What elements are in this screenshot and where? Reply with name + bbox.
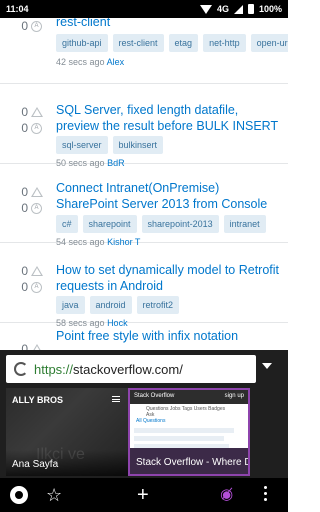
question-stats: 0 0A (14, 104, 48, 136)
status-time: 11:04 (6, 4, 29, 14)
vote-count: 0 (14, 341, 48, 350)
incognito-eye-off-icon[interactable]: ◉̸ (220, 486, 233, 504)
question-list[interactable]: 0A rest-client github-api rest-client et… (0, 18, 288, 350)
star-icon[interactable]: ☆ (46, 486, 62, 504)
battery-label: 100% (258, 4, 282, 14)
answer-count: 0A (14, 18, 48, 34)
tab-preview-line (134, 436, 224, 441)
tab-brand: ALLY BROS (12, 395, 64, 405)
answer-count: 0A (14, 200, 48, 216)
tag[interactable]: etag (168, 34, 199, 52)
url-text[interactable]: https://stackoverflow.com/ (34, 362, 183, 377)
tag[interactable]: sharepoint (82, 215, 137, 233)
reload-icon[interactable] (14, 362, 28, 376)
answer-icon: A (31, 281, 42, 293)
chevron-down-icon[interactable] (262, 363, 272, 369)
question-meta: 42 secs ago Alex (56, 57, 124, 67)
overflow-menu-icon[interactable] (264, 486, 268, 504)
answer-icon: A (31, 202, 42, 214)
bottom-toolbar: ☆ + ◉̸ (0, 478, 288, 512)
question-title[interactable]: How to set dynamically model to Retrofit… (56, 262, 280, 294)
tag[interactable]: github-api (56, 34, 108, 52)
tag-list: sql-server bulkinsert (56, 136, 164, 154)
question-item[interactable]: 0 0A SQL Server, fixed length datafile, … (0, 84, 288, 168)
battery-icon (247, 4, 254, 14)
url-bar[interactable]: https://stackoverflow.com/ (6, 355, 256, 383)
answer-icon: A (31, 20, 42, 32)
tab-label: Ana Sayfa (6, 450, 128, 476)
question-title[interactable]: Point free style with infix notation (56, 328, 280, 344)
tag[interactable]: open-uri (250, 34, 288, 52)
tab-preview-line (134, 428, 234, 433)
menu-icon (112, 396, 120, 402)
tab-preview-nav: Questions Jobs Tags Users Badges Ask (146, 406, 226, 418)
vote-count: 0 (14, 263, 48, 279)
question-title[interactable]: rest-client (56, 18, 280, 30)
answer-icon: A (31, 122, 42, 134)
tag[interactable]: sql-server (56, 136, 108, 154)
screen: { "status_bar": { "time": "11:04", "netw… (0, 0, 288, 512)
network-label: 4G (216, 4, 229, 14)
tab-preview-header: Stack Overflow sign up (130, 390, 248, 404)
signal-icon (233, 4, 243, 14)
tag[interactable]: retrofit2 (136, 296, 180, 314)
vote-count: 0 (14, 184, 48, 200)
tag[interactable]: rest-client (112, 34, 164, 52)
answer-count: 0A (14, 120, 48, 136)
tag-list: github-api rest-client etag net-http ope… (56, 34, 288, 52)
tab-preview-heading: All Questions (136, 418, 166, 424)
question-stats: 0 (14, 341, 48, 350)
tag-list: c# sharepoint sharepoint-2013 intranet (56, 215, 266, 233)
question-item[interactable]: 0A rest-client github-api rest-client et… (0, 18, 288, 84)
upvote-icon (31, 266, 43, 276)
question-time: 42 secs ago (56, 57, 105, 67)
question-item[interactable]: 0 Point free style with infix notation (0, 323, 288, 350)
gear-icon[interactable] (10, 486, 28, 504)
tag[interactable]: java (56, 296, 85, 314)
upvote-icon (31, 187, 43, 197)
tag[interactable]: bulkinsert (112, 136, 164, 154)
tab-card-ana-sayfa[interactable]: ALLY BROS Ilkçi ve Ana Sayfa (6, 388, 128, 476)
vote-count: 0 (14, 104, 48, 120)
question-item[interactable]: 0 0A Connect Intranet(OnPremise) SharePo… (0, 164, 288, 247)
question-stats: 0 0A (14, 263, 48, 295)
tag[interactable]: intranet (223, 215, 266, 233)
question-stats: 0 0A (14, 184, 48, 216)
tab-card-stack-overflow[interactable]: Stack Overflow sign up Questions Jobs Ta… (128, 388, 250, 476)
tag-list: java android retrofit2 (56, 296, 180, 314)
tab-label: Stack Overflow - Where Developers Learn (130, 448, 248, 474)
tag[interactable]: sharepoint-2013 (141, 215, 219, 233)
answer-count: 0A (14, 279, 48, 295)
tag[interactable]: c# (56, 215, 78, 233)
upvote-icon (31, 107, 43, 117)
tag[interactable]: net-http (203, 34, 246, 52)
question-title[interactable]: SQL Server, fixed length datafile, previ… (56, 102, 280, 134)
tag[interactable]: android (89, 296, 132, 314)
new-tab-plus-icon[interactable]: + (137, 485, 149, 505)
wifi-icon (199, 4, 212, 14)
status-bar: 11:04 4G 100% (0, 0, 288, 18)
question-stats: 0A (14, 18, 48, 34)
question-item[interactable]: 0 0A How to set dynamically model to Ret… (0, 243, 288, 328)
question-user[interactable]: Alex (107, 57, 125, 67)
